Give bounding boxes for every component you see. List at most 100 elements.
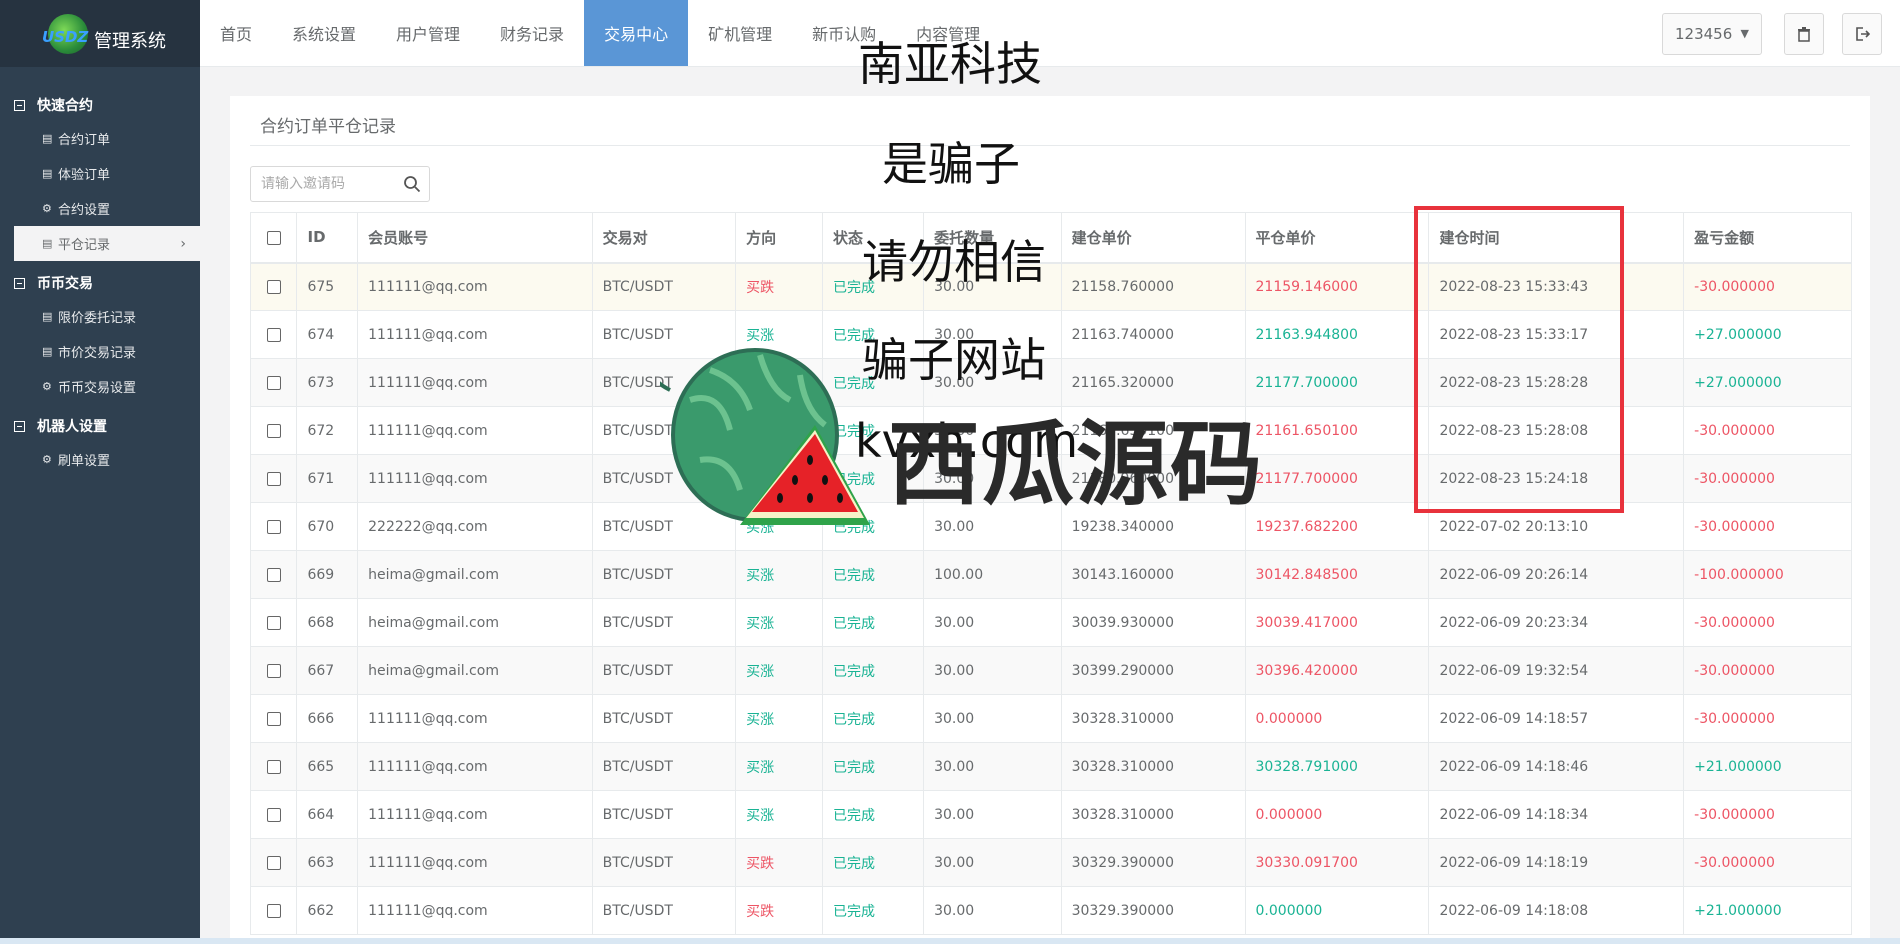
cell-account: 111111@qq.com xyxy=(357,310,593,359)
cell-qty: 30.00 xyxy=(923,598,1062,647)
table-row[interactable]: 666 111111@qq.com BTC/USDT 买涨 已完成 30.00 30328.… xyxy=(249,694,1852,743)
select-all-cell xyxy=(249,212,298,264)
cell-pair: BTC/USDT xyxy=(591,790,737,839)
table-row[interactable]: 665 111111@qq.com BTC/USDT 买涨 已完成 30.00 30328.… xyxy=(249,742,1852,791)
select-all-checkbox[interactable] xyxy=(267,230,281,245)
column-header[interactable]: 方向 xyxy=(735,212,824,264)
sidebar-item[interactable]: ⚙ 币币交易设置 xyxy=(0,369,200,404)
table-row[interactable]: 662 111111@qq.com BTC/USDT 买跌 已完成 30.00 30329.… xyxy=(249,886,1852,935)
cell-pair: BTC/USDT xyxy=(591,550,737,599)
cell-account: heima@gmail.com xyxy=(357,550,593,599)
top-nav-item[interactable]: 系统设置 xyxy=(272,0,376,66)
logout-button[interactable] xyxy=(1842,12,1882,55)
top-nav-item[interactable]: 财务记录 xyxy=(480,0,584,66)
top-nav-item[interactable]: 矿机管理 xyxy=(688,0,792,66)
sidebar-item[interactable]: ▤ 平仓记录 › xyxy=(14,226,200,261)
cell-pnl: -30.000000 xyxy=(1683,838,1852,887)
top-nav-item[interactable]: 用户管理 xyxy=(376,0,480,66)
cell-dir: 买涨 xyxy=(735,550,824,599)
sidebar-item[interactable]: ⚙ 合约设置 xyxy=(0,191,200,226)
cell-dir: 买跌 xyxy=(735,262,824,311)
row-select-cell xyxy=(249,406,298,455)
cell-account: 222222@qq.com xyxy=(357,502,593,551)
cell-qty: 100.00 xyxy=(923,550,1062,599)
cell-open: 30328.310000 xyxy=(1060,694,1246,743)
sidebar-item[interactable]: ▤ 合约订单 xyxy=(0,121,200,156)
top-nav-item[interactable]: 首页 xyxy=(200,0,272,66)
sidebar-item[interactable]: ⚙ 刷单设置 xyxy=(0,442,200,477)
cell-qty: 30.00 xyxy=(923,838,1062,887)
table-row[interactable]: 664 111111@qq.com BTC/USDT 买涨 已完成 30.00 30328.… xyxy=(249,790,1852,839)
cell-status: 已完成 xyxy=(822,886,925,935)
sidebar-group[interactable]: 币币交易 xyxy=(0,267,200,299)
table-row[interactable]: 663 111111@qq.com BTC/USDT 买跌 已完成 30.00 30329.… xyxy=(249,838,1852,887)
row-checkbox[interactable] xyxy=(267,615,281,630)
bottom-scrollbar[interactable] xyxy=(0,938,1900,944)
row-checkbox[interactable] xyxy=(267,807,281,822)
cell-account: 111111@qq.com xyxy=(357,694,593,743)
row-checkbox[interactable] xyxy=(267,375,281,390)
cell-close: 0.000000 xyxy=(1244,790,1430,839)
row-checkbox[interactable] xyxy=(267,663,281,678)
row-checkbox[interactable] xyxy=(267,279,281,294)
top-nav-item[interactable]: 交易中心 xyxy=(584,0,689,66)
cell-status: 已完成 xyxy=(822,742,925,791)
app-title: 管理系统 xyxy=(94,30,166,52)
cell-pnl: +21.000000 xyxy=(1683,886,1852,935)
row-checkbox[interactable] xyxy=(267,471,281,486)
row-select-cell xyxy=(249,838,298,887)
row-checkbox[interactable] xyxy=(267,567,281,582)
sidebar-item[interactable]: ▤ 限价委托记录 xyxy=(0,299,200,334)
row-checkbox[interactable] xyxy=(267,519,281,534)
row-select-cell xyxy=(249,790,298,839)
cell-dir: 买涨 xyxy=(735,790,824,839)
cell-open: 30329.390000 xyxy=(1060,838,1246,887)
sidebar-group-label: 机器人设置 xyxy=(37,419,107,435)
sidebar-item[interactable]: ▤ 体验订单 xyxy=(0,156,200,191)
cell-id: 665 xyxy=(296,742,359,791)
row-checkbox[interactable] xyxy=(267,903,281,918)
table-row[interactable]: 669 heima@gmail.com BTC/USDT 买涨 已完成 100.00 301… xyxy=(249,550,1852,599)
cell-open: 21163.740000 xyxy=(1060,310,1246,359)
search-input[interactable] xyxy=(251,176,391,192)
cell-time: 2022-06-09 20:23:34 xyxy=(1428,598,1685,647)
row-checkbox[interactable] xyxy=(267,423,281,438)
cell-close: 0.000000 xyxy=(1244,694,1430,743)
sidebar-group[interactable]: 快速合约 xyxy=(0,89,200,121)
clear-cache-button[interactable] xyxy=(1784,12,1824,55)
cell-open: 30328.310000 xyxy=(1060,790,1246,839)
row-checkbox[interactable] xyxy=(267,711,281,726)
cell-id: 668 xyxy=(296,598,359,647)
sidebar-group[interactable]: 机器人设置 xyxy=(0,410,200,442)
list-icon: ▤ xyxy=(42,167,53,180)
row-select-cell xyxy=(249,742,298,791)
table-row[interactable]: 668 heima@gmail.com BTC/USDT 买涨 已完成 30.00 3003… xyxy=(249,598,1852,647)
column-header[interactable]: 交易对 xyxy=(591,212,737,264)
user-select-value: 123456 xyxy=(1675,24,1733,43)
cell-dir: 买跌 xyxy=(735,886,824,935)
sidebar-item[interactable]: ▤ 市价交易记录 xyxy=(0,334,200,369)
search-icon[interactable] xyxy=(403,175,421,193)
row-select-cell xyxy=(249,598,298,647)
column-header[interactable]: ID xyxy=(296,212,359,264)
column-header[interactable]: 会员账号 xyxy=(357,212,593,264)
cell-close: 30328.791000 xyxy=(1244,742,1430,791)
row-checkbox[interactable] xyxy=(267,855,281,870)
row-select-cell xyxy=(249,646,298,695)
row-select-cell xyxy=(249,694,298,743)
cell-pnl: +21.000000 xyxy=(1683,742,1852,791)
row-select-cell xyxy=(249,502,298,551)
cell-dir: 买跌 xyxy=(735,838,824,887)
user-select[interactable]: 123456 ▼ xyxy=(1662,12,1762,55)
table-row[interactable]: 667 heima@gmail.com BTC/USDT 买涨 已完成 30.00 3039… xyxy=(249,646,1852,695)
cell-qty: 30.00 xyxy=(923,790,1062,839)
column-header[interactable]: 盈亏金额 xyxy=(1683,212,1852,264)
cell-qty: 30.00 xyxy=(923,646,1062,695)
column-header[interactable]: 建仓单价 xyxy=(1060,212,1246,264)
row-checkbox[interactable] xyxy=(267,327,281,342)
row-checkbox[interactable] xyxy=(267,759,281,774)
column-header[interactable]: 平仓单价 xyxy=(1244,212,1430,264)
list-icon: ▤ xyxy=(42,237,53,250)
cell-pnl: -30.000000 xyxy=(1683,598,1852,647)
cell-account: 111111@qq.com xyxy=(357,454,593,503)
